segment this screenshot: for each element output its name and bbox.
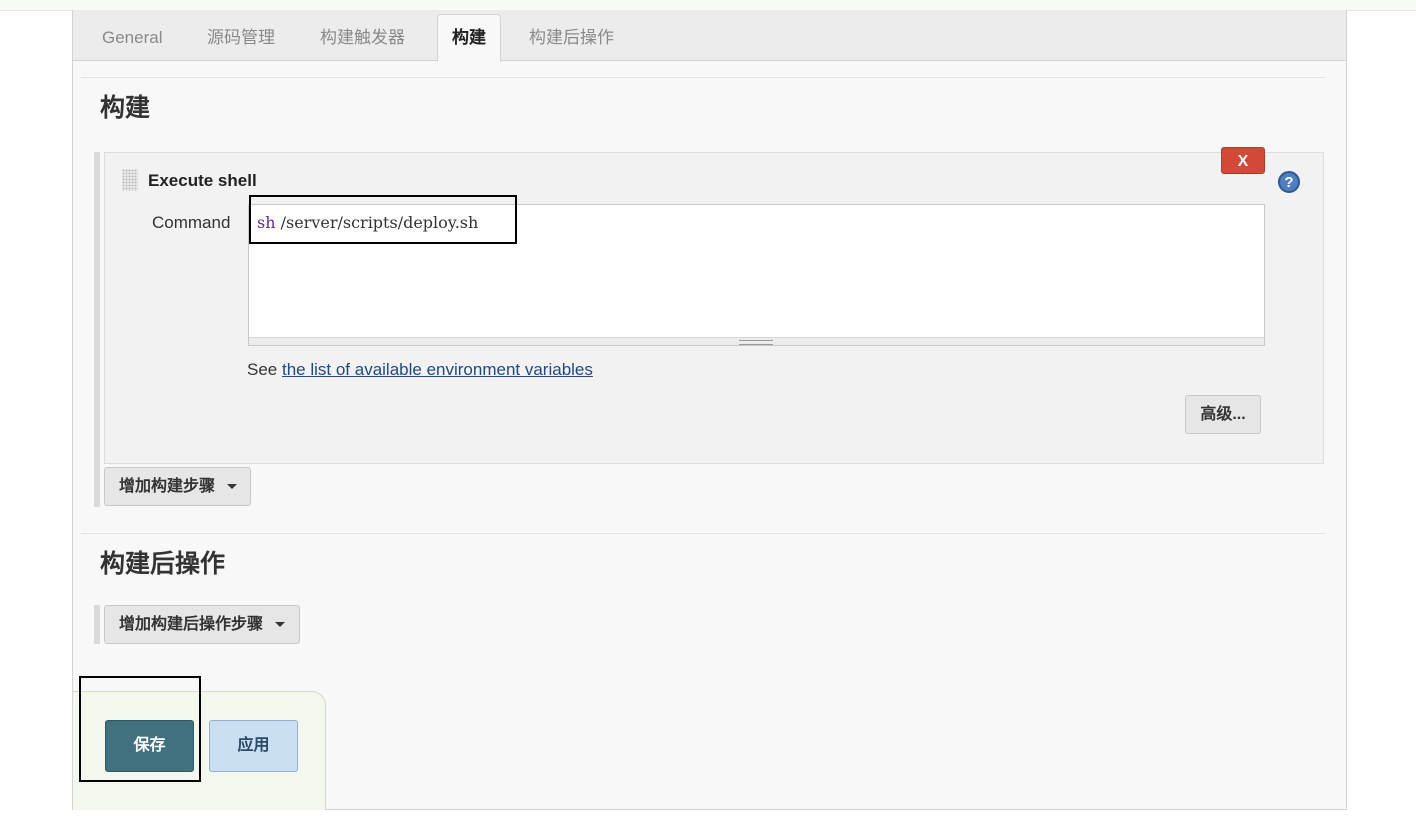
delete-step-button[interactable]: X [1221,147,1265,174]
tab-build-triggers[interactable]: 构建触发器 [320,15,405,60]
add-post-build-step-button[interactable]: 增加构建后操作步骤 [104,605,300,644]
advanced-button[interactable]: 高级... [1185,395,1261,434]
tab-source-management[interactable]: 源码管理 [207,15,275,60]
add-build-step-button[interactable]: 增加构建步骤 [104,467,251,506]
env-vars-hint: See the list of available environment va… [247,360,593,380]
textarea-resize-bar[interactable] [249,337,1264,345]
highlight-box-save [79,676,201,782]
step-title: Execute shell [148,171,257,190]
help-icon[interactable]: ? [1278,171,1300,193]
command-label: Command [152,213,231,232]
drag-handle-icon[interactable] [122,169,138,191]
highlight-box-command [249,195,517,244]
tab-general[interactable]: General [102,15,162,60]
env-vars-prefix: See [247,360,282,379]
config-tabbar: General 源码管理 构建触发器 构建 构建后操作 [73,10,1346,62]
env-vars-link[interactable]: the list of available environment variab… [282,360,593,379]
section-divider [81,77,1325,78]
tab-post-build-actions[interactable]: 构建后操作 [529,15,614,60]
section-divider [81,533,1325,534]
caret-down-icon [275,622,286,628]
build-section-bar [94,152,100,507]
tab-build[interactable]: 构建 [437,14,501,62]
caret-down-icon [227,484,238,490]
add-post-build-step-label: 增加构建后操作步骤 [119,616,264,633]
build-section-title: 构建 [100,93,151,122]
job-config-panel: General 源码管理 构建触发器 构建 构建后操作 构建 Execute s… [72,10,1347,810]
add-build-step-label: 增加构建步骤 [119,478,216,495]
apply-button[interactable]: 应用 [209,720,298,772]
post-build-section-bar [94,605,100,644]
post-build-section-title: 构建后操作 [100,549,226,578]
resize-grip-icon[interactable] [739,340,773,345]
